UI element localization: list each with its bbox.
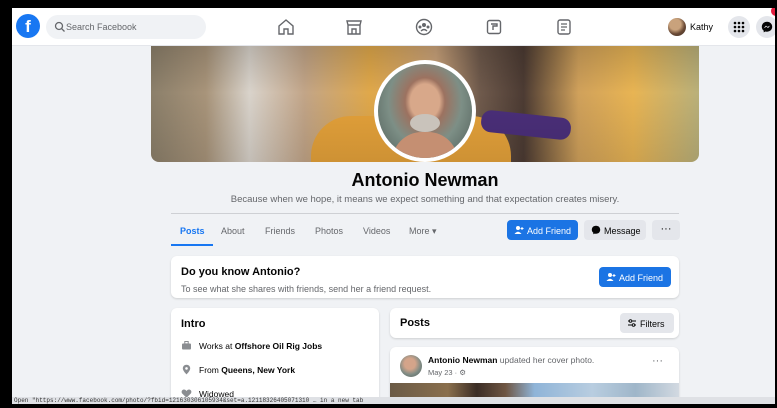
add-friend-icon	[514, 226, 524, 234]
message-button[interactable]: Message	[584, 220, 646, 240]
browser-viewport: f Search Facebook Kathy Antonio Newman B…	[12, 8, 775, 404]
post-author[interactable]: Antonio Newman	[428, 355, 497, 365]
avatar	[668, 18, 686, 36]
do-you-know-title: Do you know Antonio?	[181, 266, 301, 278]
briefcase-icon	[182, 341, 191, 350]
facebook-logo-icon[interactable]: f	[16, 14, 40, 38]
home-icon[interactable]	[276, 17, 296, 37]
profile-name: Antonio Newman	[351, 170, 499, 190]
browser-status-bar: Open "https://www.facebook.com/photo/?fb…	[12, 397, 775, 404]
do-you-know-subtitle: To see what she shares with friends, sen…	[181, 284, 432, 294]
add-friend-icon	[606, 273, 616, 281]
more-options-button[interactable]: ···	[652, 220, 680, 240]
posts-header-card: Posts Filters	[390, 308, 679, 338]
profile-photo-beard	[410, 114, 440, 132]
filters-button[interactable]: Filters	[620, 313, 674, 333]
profile-shortcut-name: Kathy	[690, 22, 714, 32]
do-you-know-card: Do you know Antonio? To see what she sha…	[171, 256, 679, 298]
gaming-icon[interactable]	[484, 17, 504, 37]
add-friend-button[interactable]: Add Friend	[507, 220, 578, 240]
profile-photo-body	[392, 132, 458, 158]
messenger-icon	[761, 21, 773, 33]
filters-label: Filters	[640, 319, 665, 329]
location-pin-icon	[182, 364, 191, 375]
tab-videos[interactable]: Videos	[363, 226, 390, 236]
post-card: Antonio Newman updated her cover photo. …	[390, 347, 679, 404]
menu-button[interactable]	[728, 16, 750, 38]
filters-icon	[628, 319, 636, 327]
add-friend-label: Add Friend	[619, 273, 664, 283]
top-navigation-bar: f Search Facebook Kathy	[12, 8, 775, 46]
tab-friends[interactable]: Friends	[265, 226, 295, 236]
intro-hometown-place[interactable]: Queens, New York	[221, 365, 295, 375]
grid-menu-icon	[733, 21, 745, 33]
intro-hometown-prefix: From	[199, 365, 222, 375]
active-tab-indicator	[171, 244, 213, 246]
header-divider	[171, 213, 679, 214]
profile-picture[interactable]	[374, 60, 476, 162]
intro-title: Intro	[181, 318, 206, 330]
search-placeholder: Search Facebook	[66, 22, 137, 32]
messenger-icon	[591, 225, 601, 235]
search-icon	[54, 21, 65, 32]
intro-card: Intro Works at Offshore Oil Rig Jobs Fro…	[171, 308, 379, 404]
tab-more[interactable]: More ▾	[409, 226, 437, 237]
status-bar-url: Open "https://www.facebook.com/photo/?fb…	[14, 397, 364, 404]
post-header-text: Antonio Newman updated her cover photo.	[428, 355, 594, 365]
add-friend-button-secondary[interactable]: Add Friend	[599, 267, 671, 287]
avatar[interactable]	[400, 355, 422, 377]
intro-work-text: Works at Offshore Oil Rig Jobs	[199, 341, 322, 351]
intro-hometown-text: From Queens, New York	[199, 365, 295, 375]
tab-posts[interactable]: Posts	[180, 226, 205, 236]
tab-about[interactable]: About	[221, 226, 245, 236]
profile-bio: Because when we hope, it means we expect…	[230, 194, 620, 205]
groups-icon[interactable]	[414, 17, 434, 37]
intro-work-place[interactable]: Offshore Oil Rig Jobs	[235, 341, 322, 351]
marketplace-icon[interactable]	[344, 17, 364, 37]
tab-photos[interactable]: Photos	[315, 226, 343, 236]
add-friend-label: Add Friend	[527, 226, 572, 236]
messenger-button[interactable]	[756, 16, 775, 38]
post-action: updated her cover photo.	[497, 355, 595, 365]
post-more-options-button[interactable]: ···	[652, 355, 663, 367]
posts-title: Posts	[400, 317, 430, 329]
post-date[interactable]: May 23 · ⚙	[428, 368, 466, 377]
intro-work-prefix: Works at	[199, 341, 235, 351]
pages-icon[interactable]	[554, 17, 574, 37]
search-input[interactable]: Search Facebook	[46, 15, 206, 39]
message-label: Message	[604, 226, 641, 236]
profile-photo	[378, 64, 472, 158]
